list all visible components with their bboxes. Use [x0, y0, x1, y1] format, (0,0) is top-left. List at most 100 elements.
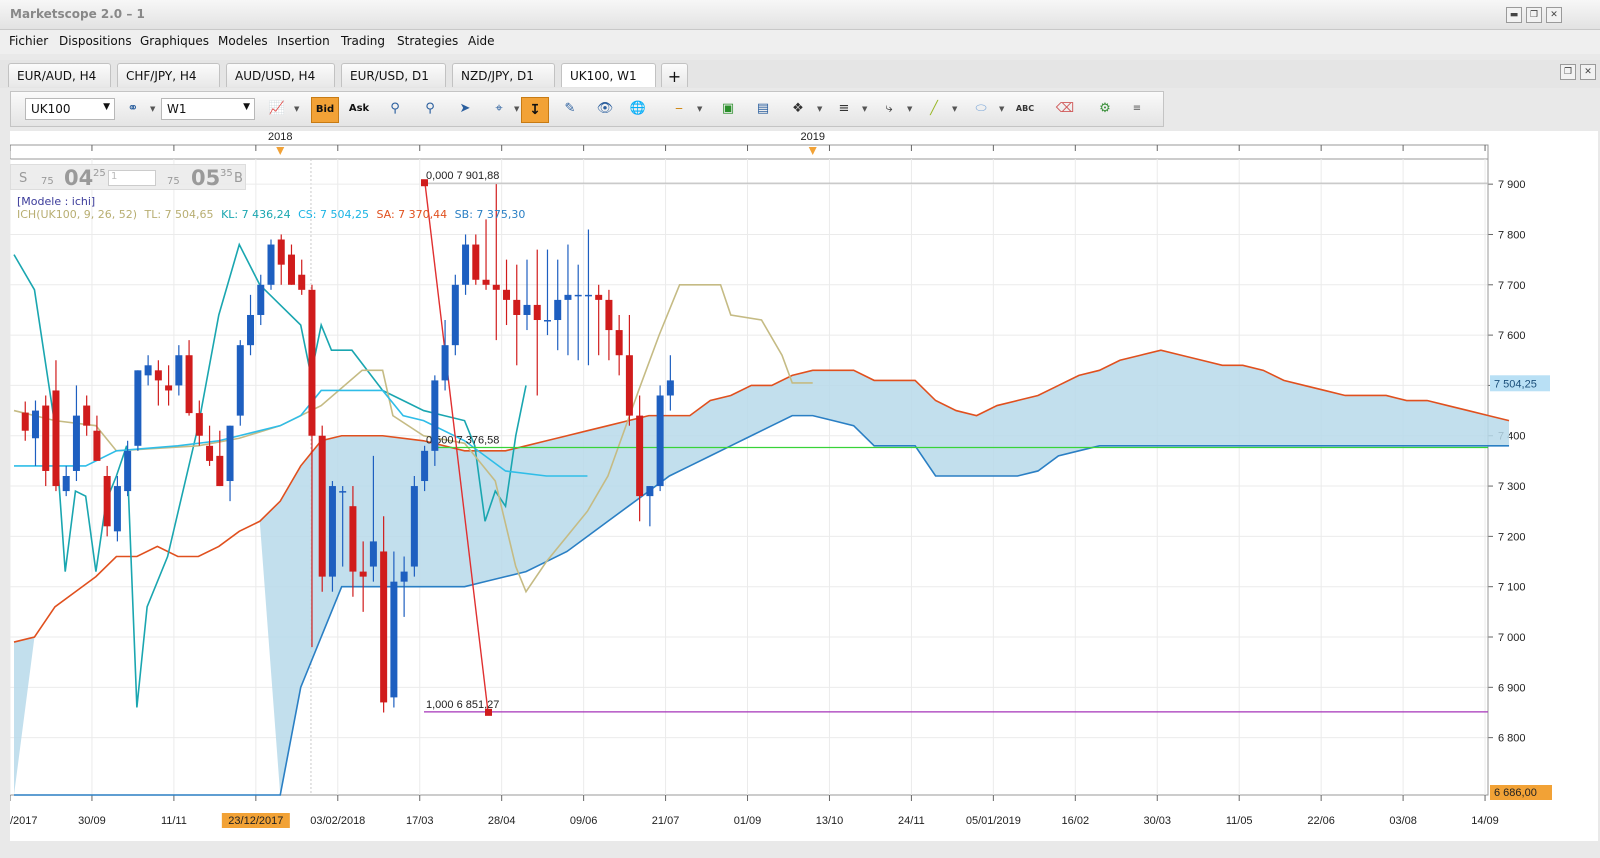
chevron-down-icon[interactable]: ▼ [862, 105, 867, 113]
kijun-value: KL: 7 436,24 [221, 208, 291, 221]
candle-body [359, 571, 367, 577]
menu-strategies[interactable]: Strategies [397, 34, 458, 48]
menu-fichier[interactable]: Fichier [9, 34, 48, 48]
fibonacci-fan-icon[interactable]: ⤷ [875, 97, 903, 123]
menu-insertion[interactable]: Insertion [277, 34, 330, 48]
candle-body [636, 415, 644, 497]
model-label: [Modele : ichi] [17, 195, 96, 208]
buy-price[interactable]: 05 [191, 166, 220, 190]
tab-chf-jpy[interactable]: CHF/JPY, H4 [117, 63, 220, 87]
date-label: 28/04 [488, 815, 516, 827]
chart-canvas[interactable]: 08/07/2017 30/09 11/11 23/12/2017 03/02/2018… [0, 131, 1598, 841]
tab-eur-aud[interactable]: EUR/AUD, H4 [8, 63, 111, 87]
chart-properties-icon[interactable]: ✎ [556, 97, 584, 123]
chevron-down-icon[interactable]: ▼ [817, 105, 822, 113]
visibility-icon[interactable]: 👁 [591, 97, 619, 123]
price-chart[interactable]: 08/07/2017 30/09 11/11 23/12/2017 03/02/2018… [0, 131, 1598, 841]
chikou-value: CS: 7 504,25 [298, 208, 369, 221]
chart-restore-icon[interactable]: ❐ [1560, 64, 1576, 80]
indicator-legend[interactable]: ICH(UK100, 9, 26, 52) TL: 7 504,65 KL: 7… [17, 208, 529, 221]
candle-body [451, 284, 459, 346]
candle-body [482, 279, 490, 285]
globe-icon[interactable]: 🌐 [624, 97, 652, 123]
chevron-down-icon[interactable]: ▼ [150, 105, 155, 113]
candle-body [93, 430, 101, 461]
chevron-down-icon[interactable]: ▼ [907, 105, 912, 113]
new-window-icon[interactable]: ▤ [749, 97, 777, 123]
candle-body [390, 581, 398, 698]
menu-aide[interactable]: Aide [468, 34, 495, 48]
menu-modeles[interactable]: Modeles [218, 34, 268, 48]
chevron-down-icon: ▼ [243, 102, 250, 112]
timeframe-select[interactable]: W1 ▼ [161, 98, 255, 120]
add-image-icon[interactable]: ▣ [714, 97, 742, 123]
candle-body [595, 294, 603, 300]
ask-button[interactable]: Ask [345, 97, 373, 123]
candle-body [441, 345, 449, 381]
trend-line-icon[interactable]: ╱ [920, 97, 948, 123]
amount-input[interactable]: 1 [108, 170, 156, 186]
price-label: 7 900 [1498, 179, 1526, 191]
menu-trading[interactable]: Trading [341, 34, 385, 48]
tab-aud-usd[interactable]: AUD/USD, H4 [226, 63, 335, 87]
date-label: 03/08 [1389, 815, 1417, 827]
chevron-down-icon[interactable]: ▼ [952, 105, 957, 113]
compare-icon[interactable]: ⚭ [119, 97, 147, 123]
auto-scroll-icon[interactable]: ↧ [521, 97, 549, 123]
tab-eur-usd[interactable]: EUR/USD, D1 [341, 63, 446, 87]
menu-dispositions[interactable]: Dispositions [59, 34, 132, 48]
fibonacci-anchor-handle [421, 179, 428, 187]
chevron-down-icon[interactable]: ▼ [999, 105, 1004, 113]
candle-body [124, 450, 132, 492]
candle-body [42, 405, 50, 471]
menu-graphiques[interactable]: Graphiques [140, 34, 209, 48]
symbol-select[interactable]: UK100 ▼ [25, 98, 115, 120]
minimize-icon[interactable]: ▬ [1506, 7, 1522, 23]
candle-body [226, 425, 234, 482]
horizontal-lines-icon[interactable]: ≡ [830, 97, 858, 123]
candle-body [625, 355, 633, 416]
buy-label: B [234, 171, 243, 186]
crosshair-zoom-icon[interactable]: ⌖ [485, 97, 513, 123]
candle-body [462, 244, 470, 285]
eraser-icon[interactable]: ⌫ [1051, 97, 1079, 123]
text-tool-icon[interactable]: ABC [1011, 97, 1039, 123]
new-tab-button[interactable]: + [661, 63, 688, 87]
date-label: 16/02 [1062, 815, 1090, 827]
tab-label: NZD/JPY, D1 [461, 69, 534, 83]
tab-uk100[interactable]: UK100, W1 [561, 63, 656, 87]
window-title: Marketscope 2.0 – 1 [10, 7, 145, 21]
date-label: 21/07 [652, 815, 680, 827]
fibonacci-level-label: 0,000 7 901,88 [426, 170, 499, 182]
toolbar-more-icon[interactable]: ≡ [1123, 97, 1151, 123]
zoom-out-icon[interactable]: ⚲ [416, 97, 444, 123]
tab-nzd-jpy[interactable]: NZD/JPY, D1 [452, 63, 555, 87]
span-a-value: SA: 7 370,44 [376, 208, 448, 221]
close-icon[interactable]: ✕ [1546, 7, 1562, 23]
candle-body [277, 239, 285, 265]
date-label: 08/07/2017 [10, 815, 38, 827]
zoom-in-icon[interactable]: ⚲ [381, 97, 409, 123]
candle-body [31, 410, 39, 439]
indicators-icon[interactable]: ❖ [784, 97, 812, 123]
chart-close-icon[interactable]: ✕ [1580, 64, 1596, 80]
chevron-down-icon[interactable]: ▼ [697, 105, 702, 113]
sell-label: S [19, 171, 28, 186]
fibonacci-anchor-handle [485, 708, 492, 716]
candle-body [421, 450, 429, 482]
sell-price[interactable]: 04 [64, 166, 93, 190]
chevron-down-icon[interactable]: ▼ [294, 105, 299, 113]
cursor-icon[interactable]: ➤ [451, 97, 479, 123]
chart-toolbar: UK100 ▼ ⚭ ▼ W1 ▼ 📈 ▼ Bid Ask ⚲ ⚲ ➤ ⌖ ▼ ↧ ✎… [10, 91, 1164, 127]
date-label: 17/03 [406, 815, 434, 827]
chevron-down-icon[interactable]: ▼ [514, 105, 519, 113]
bid-button[interactable]: Bid [311, 97, 339, 123]
price-label: 7 100 [1498, 582, 1526, 594]
chart-type-icon[interactable]: 📈 [263, 97, 291, 123]
ellipse-icon[interactable]: ⬭ [967, 97, 995, 123]
restore-icon[interactable]: ❐ [1526, 7, 1542, 23]
ruler-icon[interactable]: ⎯ [665, 97, 693, 123]
candle-body [287, 254, 295, 285]
candle-body [195, 413, 203, 436]
hierarchy-icon[interactable]: ⚙ [1091, 97, 1119, 123]
